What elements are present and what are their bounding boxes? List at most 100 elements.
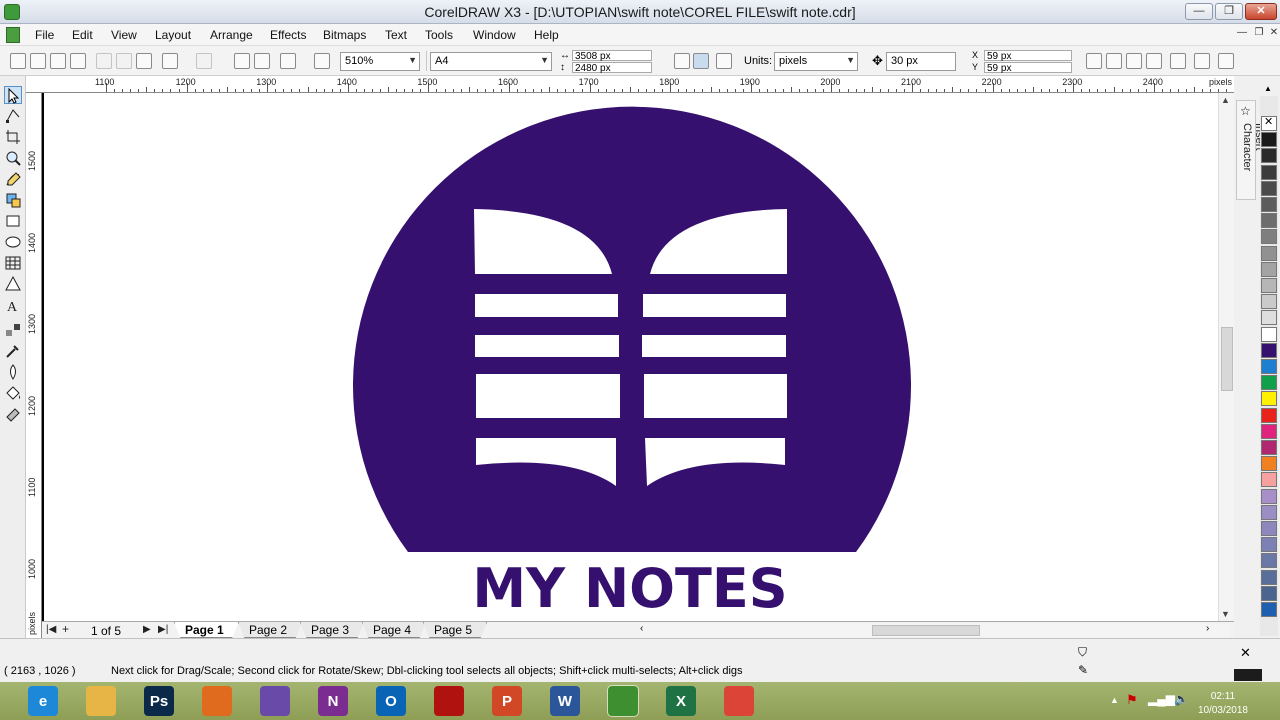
last-page-icon[interactable]: ▶| — [158, 624, 168, 635]
print-icon[interactable] — [70, 53, 86, 69]
color-swatch[interactable] — [1261, 310, 1277, 326]
menu-file[interactable]: File — [35, 28, 54, 42]
color-swatch[interactable] — [1261, 245, 1277, 261]
polygon-tool-icon[interactable] — [4, 254, 22, 272]
tray-chevron-icon[interactable]: ▲ — [1110, 695, 1119, 705]
palette-scroll-up-icon[interactable]: ▲ — [1264, 84, 1272, 93]
tab-page-4[interactable]: Page 4 — [362, 622, 427, 638]
color-swatch[interactable] — [1261, 180, 1277, 196]
color-swatch[interactable] — [1261, 197, 1277, 212]
clock[interactable]: 02:11 10/03/2018 — [1198, 690, 1248, 718]
align-icon[interactable] — [1218, 53, 1234, 69]
tab-page-2[interactable]: Page 2 — [238, 622, 303, 638]
color-swatch[interactable] — [1261, 553, 1277, 569]
new-icon[interactable] — [10, 53, 26, 69]
menu-effects[interactable]: Effects — [270, 28, 306, 42]
open-icon[interactable] — [30, 53, 46, 69]
taskbar-onenote-icon[interactable]: N — [318, 686, 348, 716]
nudge-offset-input[interactable]: 30 px — [886, 52, 956, 71]
tab-page-1[interactable]: Page 1 — [174, 622, 239, 638]
signal-icon[interactable]: ▂▄▆ — [1148, 692, 1175, 706]
menu-arrange[interactable]: Arrange — [210, 28, 253, 42]
taskbar-firefox-icon[interactable] — [202, 686, 232, 716]
taskbar-word-icon[interactable]: W — [550, 686, 580, 716]
basic-shapes-tool-icon[interactable] — [4, 275, 22, 293]
taskbar-excel-icon[interactable]: X — [666, 686, 696, 716]
color-swatch[interactable] — [1261, 569, 1277, 585]
duplicate-x-input[interactable]: 59 px — [984, 50, 1072, 62]
menu-view[interactable]: View — [111, 28, 137, 42]
horizontal-scroll-thumb[interactable] — [872, 625, 980, 636]
redo-icon[interactable] — [196, 53, 212, 69]
ellipse-tool-icon[interactable] — [4, 233, 22, 251]
copy-icon[interactable] — [116, 53, 132, 69]
color-swatch[interactable] — [1261, 456, 1277, 472]
taskbar-outlook-icon[interactable]: O — [376, 686, 406, 716]
color-swatch[interactable] — [1261, 407, 1277, 423]
my-notes-logo[interactable]: MY NOTES — [42, 93, 1218, 621]
color-swatch[interactable] — [1261, 229, 1277, 245]
menu-bitmaps[interactable]: Bitmaps — [323, 28, 366, 42]
vertical-scroll-thumb[interactable] — [1221, 327, 1233, 391]
color-swatch[interactable] — [1261, 164, 1277, 180]
color-swatch[interactable] — [1261, 521, 1277, 536]
freehand-tool-icon[interactable] — [4, 170, 22, 188]
interactive-blend-tool-icon[interactable] — [4, 321, 22, 339]
menu-window[interactable]: Window — [473, 28, 516, 42]
taskbar-chrome-icon[interactable] — [724, 686, 754, 716]
portrait-icon[interactable] — [674, 53, 690, 69]
units-select[interactable]: pixels ▼ — [774, 52, 858, 71]
eyedropper-tool-icon[interactable] — [4, 342, 22, 360]
color-swatch[interactable] — [1261, 602, 1277, 617]
pick-tool-icon[interactable] — [4, 86, 22, 104]
scroll-left-icon[interactable]: ‹ — [640, 623, 643, 634]
menu-layout[interactable]: Layout — [155, 28, 191, 42]
crop-tool-icon[interactable] — [4, 128, 22, 146]
color-swatch[interactable] — [1261, 278, 1277, 293]
menu-text[interactable]: Text — [385, 28, 407, 42]
page-width-input[interactable]: 3508 px — [572, 50, 652, 62]
page-height-input[interactable]: 2480 px — [572, 62, 652, 74]
taskbar-acrobat-icon[interactable] — [434, 686, 464, 716]
taskbar-file-explorer-icon[interactable] — [86, 686, 116, 716]
taskbar-coreldraw-icon[interactable] — [607, 685, 639, 717]
taskbar-photoshop-icon[interactable]: Ps — [144, 686, 174, 716]
taskbar-internet-explorer-icon[interactable]: e — [28, 686, 58, 716]
menu-edit[interactable]: Edit — [72, 28, 93, 42]
color-swatch[interactable] — [1261, 488, 1277, 504]
zoom-select[interactable]: 510% ▼ — [340, 52, 420, 71]
landscape-icon[interactable] — [693, 53, 709, 69]
color-swatch[interactable] — [1261, 504, 1277, 520]
scroll-right-icon[interactable]: › — [1206, 623, 1209, 634]
rectangle-tool-icon[interactable] — [4, 212, 22, 230]
zoom-tool-icon[interactable] — [4, 149, 22, 167]
outline-tool-icon[interactable] — [4, 363, 22, 381]
add-page-icon[interactable]: + — [62, 622, 69, 636]
snap-to-objects-icon[interactable] — [1146, 53, 1162, 69]
snap-to-guidelines-icon[interactable] — [1126, 53, 1142, 69]
color-swatch[interactable] — [1261, 472, 1277, 488]
paste-icon[interactable] — [136, 53, 152, 69]
color-swatch[interactable] — [1261, 585, 1277, 601]
restore-button[interactable]: ❐ — [1215, 3, 1243, 20]
tab-page-3[interactable]: Page 3 — [300, 622, 365, 638]
color-swatch[interactable] — [1261, 423, 1277, 439]
drawing-canvas[interactable]: MY NOTES — [42, 93, 1218, 621]
duplicate-y-input[interactable]: 59 px — [984, 62, 1072, 74]
doc-close-icon[interactable]: ✕ — [1266, 27, 1280, 42]
color-swatch[interactable] — [1261, 213, 1277, 229]
scroll-up-icon[interactable]: ▲ — [1221, 95, 1230, 105]
text-tool-icon[interactable]: A — [4, 296, 22, 315]
horizontal-scrollbar[interactable]: ‹ › — [640, 623, 1230, 637]
menu-help[interactable]: Help — [534, 28, 559, 42]
close-button[interactable]: ✕ — [1245, 3, 1277, 20]
next-page-icon[interactable]: ▶ — [143, 624, 151, 635]
color-swatch[interactable] — [1261, 326, 1277, 342]
fill-bucket-icon[interactable]: ⛉ — [1078, 645, 1087, 660]
snap-to-grid-icon[interactable] — [1106, 53, 1122, 69]
smart-fill-tool-icon[interactable] — [4, 191, 22, 209]
cut-icon[interactable] — [96, 53, 112, 69]
vertical-scrollbar[interactable]: ▲ ▼ — [1218, 93, 1234, 621]
corel-online-icon[interactable] — [314, 53, 330, 69]
current-fill-swatch[interactable] — [1234, 669, 1262, 681]
